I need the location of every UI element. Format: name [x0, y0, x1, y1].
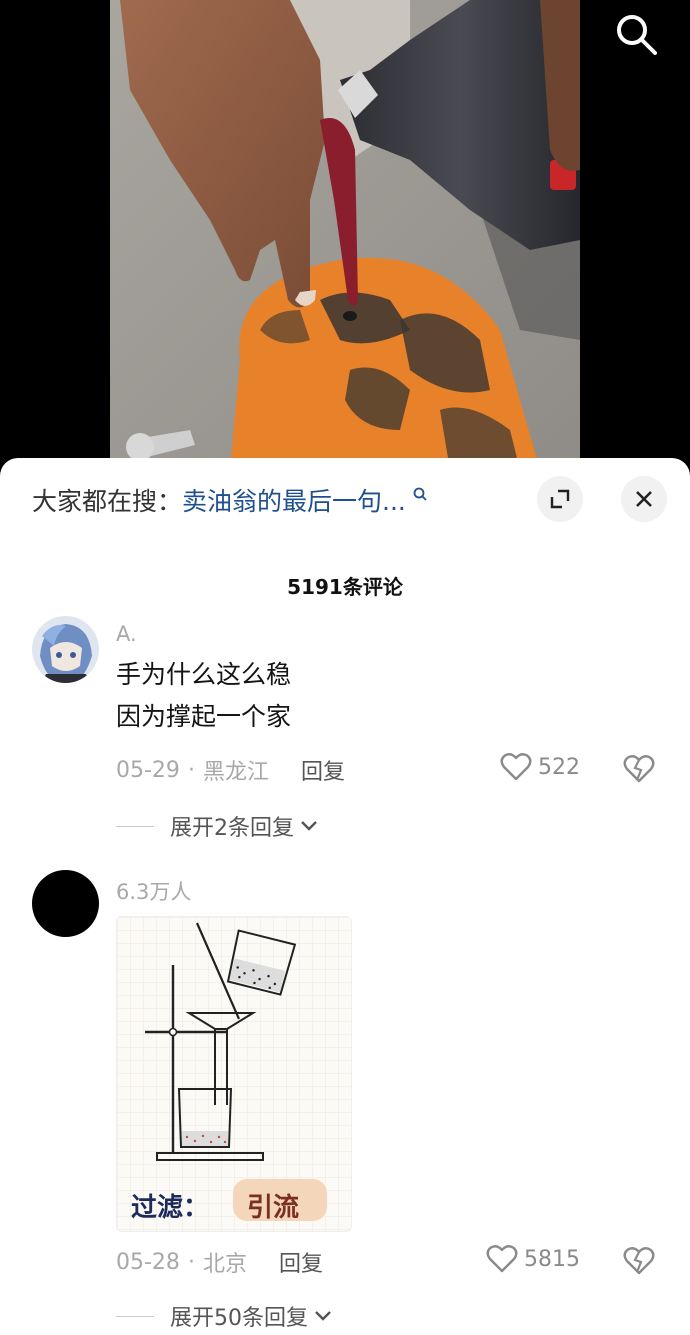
video-frame	[110, 0, 580, 470]
trending-search-prefix: 大家都在搜：	[32, 487, 183, 516]
expand-replies-button[interactable]: 展开50条回复	[116, 1300, 332, 1332]
comments-sheet: 大家都在搜： 卖油翁的最后一句... 5191条评论 A. 手为什么这么稳 因为…	[0, 458, 690, 1335]
search-icon	[413, 487, 427, 501]
page: 大家都在搜： 卖油翁的最后一句... 5191条评论 A. 手为什么这么稳 因为…	[0, 0, 690, 1335]
comment-text-line: 手为什么这么稳	[116, 660, 292, 689]
filtration-diagram	[117, 917, 351, 1231]
expand-replies-label: 展开50条回复	[170, 1306, 308, 1331]
comment-date: 05-28	[116, 1249, 180, 1275]
comment-meta: 05-29 · 黑龙江 回复	[116, 754, 345, 786]
like-button[interactable]: 5815	[486, 1244, 580, 1274]
username[interactable]: A.	[116, 622, 137, 646]
video-player[interactable]	[0, 0, 690, 470]
like-count: 5815	[524, 1246, 580, 1272]
expand-replies-button[interactable]: 展开2条回复	[116, 810, 318, 842]
comments-count-title: 5191条评论	[287, 575, 403, 599]
chevron-down-icon	[315, 1311, 331, 1321]
comment-text-line: 因为撑起一个家	[116, 702, 292, 731]
heart-icon	[486, 1245, 518, 1273]
trending-search-query[interactable]: 卖油翁的最后一句...	[182, 482, 406, 518]
broken-heart-icon[interactable]	[623, 1246, 655, 1276]
username[interactable]: 6.3万人	[116, 876, 191, 906]
like-count: 522	[538, 754, 580, 780]
divider-line	[116, 825, 154, 827]
comment-location: 北京	[202, 1252, 247, 1277]
chevron-down-icon	[301, 821, 317, 831]
trending-search-bar[interactable]: 大家都在搜： 卖油翁的最后一句...	[32, 480, 502, 520]
comment-date: 05-29	[116, 757, 180, 783]
expand-replies-label: 展开2条回复	[170, 816, 294, 841]
heart-icon	[500, 753, 532, 781]
comment-image[interactable]: 过滤： 引流	[116, 916, 352, 1232]
image-caption-right: 引流	[247, 1193, 300, 1223]
avatar[interactable]	[32, 870, 99, 937]
reply-button[interactable]: 回复	[279, 1246, 323, 1278]
divider-line	[116, 1315, 154, 1317]
reply-button[interactable]: 回复	[301, 754, 345, 786]
comment-text: 手为什么这么稳 因为撑起一个家	[116, 654, 291, 738]
search-icon[interactable]	[612, 10, 660, 58]
like-button[interactable]: 522	[500, 752, 580, 782]
comment-meta: 05-28 · 北京 回复	[116, 1246, 323, 1278]
video-still-image	[110, 0, 580, 470]
meta-separator: ·	[187, 1249, 195, 1275]
image-caption-left: 过滤：	[131, 1193, 210, 1223]
comment-location: 黑龙江	[202, 760, 269, 785]
avatar[interactable]	[32, 616, 99, 683]
meta-separator: ·	[187, 757, 195, 783]
close-icon[interactable]	[621, 476, 667, 522]
broken-heart-icon[interactable]	[623, 754, 655, 784]
expand-icon[interactable]	[537, 476, 583, 522]
